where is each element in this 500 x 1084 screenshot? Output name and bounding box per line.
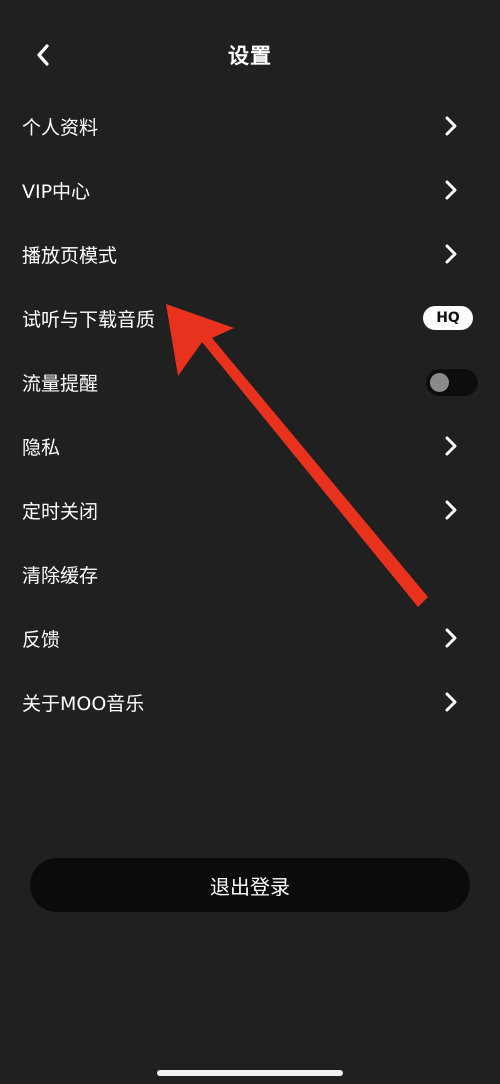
settings-item-label: 试听与下载音质 (22, 308, 156, 331)
settings-item-label: 关于MOO音乐 (22, 692, 145, 715)
logout-button[interactable]: 退出登录 (30, 858, 470, 912)
toggle-knob (430, 373, 449, 392)
settings-item-sleep-timer[interactable]: 定时关闭 (0, 478, 500, 542)
chevron-right-icon (442, 433, 460, 459)
page-title: 设置 (228, 44, 272, 68)
settings-item-audio-quality[interactable]: 试听与下载音质 HQ (0, 286, 500, 350)
settings-item-label: 反馈 (22, 628, 61, 651)
settings-item-player-mode[interactable]: 播放页模式 (0, 222, 500, 286)
settings-item-clear-cache[interactable]: 清除缓存 (0, 542, 500, 606)
chevron-right-icon (442, 625, 460, 651)
settings-list: 个人资料 VIP中心 播放页模式 试听与下载音质 HQ 流量提醒 隐私 定时关闭 (0, 94, 500, 734)
chevron-right-icon (442, 177, 460, 203)
settings-item-label: 流量提醒 (22, 372, 99, 395)
settings-item-label: 隐私 (22, 436, 61, 459)
settings-item-label: 定时关闭 (22, 500, 99, 523)
settings-item-label: 清除缓存 (22, 564, 99, 587)
data-alert-toggle[interactable] (426, 369, 478, 396)
settings-item-label: 个人资料 (22, 116, 99, 139)
header: 设置 (0, 0, 500, 108)
settings-item-data-alert: 流量提醒 (0, 350, 500, 414)
home-indicator[interactable] (157, 1070, 343, 1076)
chevron-right-icon (442, 497, 460, 523)
settings-item-privacy[interactable]: 隐私 (0, 414, 500, 478)
chevron-right-icon (442, 689, 460, 715)
settings-item-label: 播放页模式 (22, 244, 118, 267)
chevron-right-icon (442, 113, 460, 139)
settings-item-profile[interactable]: 个人资料 (0, 94, 500, 158)
settings-item-feedback[interactable]: 反馈 (0, 606, 500, 670)
settings-item-vip[interactable]: VIP中心 (0, 158, 500, 222)
settings-item-about[interactable]: 关于MOO音乐 (0, 670, 500, 734)
chevron-right-icon (442, 241, 460, 267)
settings-item-label: VIP中心 (22, 180, 91, 203)
quality-badge[interactable]: HQ (423, 306, 473, 330)
